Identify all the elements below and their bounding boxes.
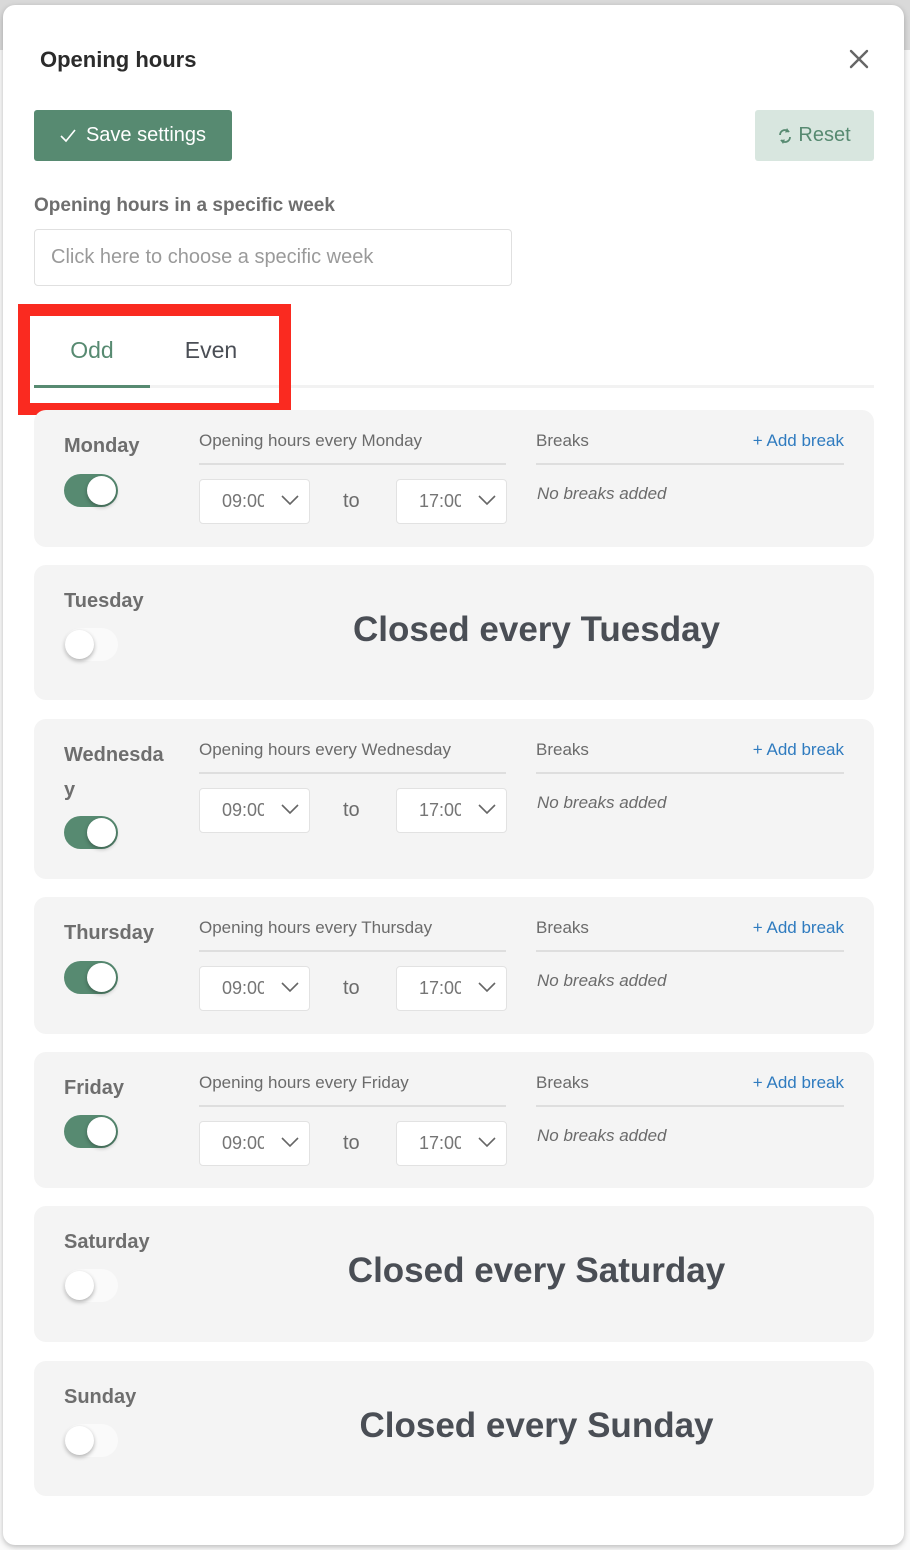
add-break-link[interactable]: + Add break bbox=[753, 918, 844, 938]
day-card-friday: Friday Opening hours every Friday 09:00 … bbox=[34, 1052, 874, 1188]
opening-hours-label: Opening hours every Thursday bbox=[199, 918, 506, 952]
day-open-toggle[interactable] bbox=[64, 1269, 118, 1302]
to-label: to bbox=[343, 1132, 360, 1154]
day-name: Tuesday bbox=[64, 590, 144, 612]
tab-odd[interactable]: Odd bbox=[34, 330, 150, 388]
close-button[interactable] bbox=[845, 45, 873, 73]
day-open-toggle[interactable] bbox=[64, 1424, 118, 1457]
toggle-knob bbox=[65, 630, 94, 659]
open-time-value: 09:00 bbox=[222, 1133, 264, 1153]
day-open-toggle[interactable] bbox=[64, 628, 118, 661]
close-time-select[interactable]: 17:00 bbox=[396, 479, 507, 524]
specific-week-label: Opening hours in a specific week bbox=[34, 195, 335, 216]
toggle-knob bbox=[87, 476, 116, 505]
day-card-wednesday: Wednesday Opening hours every Wednesday … bbox=[34, 719, 874, 879]
chevron-down-icon bbox=[478, 804, 496, 815]
opening-hours-dialog: Opening hours Save settings Reset Openin… bbox=[3, 5, 904, 1545]
opening-hours-label: Opening hours every Friday bbox=[199, 1073, 506, 1107]
refresh-icon bbox=[779, 127, 792, 144]
open-time-value: 09:00 bbox=[222, 800, 264, 820]
day-open-toggle[interactable] bbox=[64, 474, 118, 507]
no-breaks-text: No breaks added bbox=[537, 1126, 667, 1145]
add-break-link[interactable]: + Add break bbox=[753, 1073, 844, 1093]
opening-hours-label: Opening hours every Monday bbox=[199, 431, 506, 465]
toggle-knob bbox=[65, 1271, 94, 1300]
tab-even[interactable]: Even bbox=[153, 330, 269, 388]
day-open-toggle[interactable] bbox=[64, 816, 118, 849]
chevron-down-icon bbox=[281, 495, 299, 506]
open-time-select[interactable]: 09:00 bbox=[199, 479, 310, 524]
reset-label: Reset bbox=[798, 124, 851, 146]
active-tab-indicator bbox=[34, 385, 150, 388]
add-break-link[interactable]: + Add break bbox=[753, 740, 844, 760]
to-label: to bbox=[343, 977, 360, 999]
no-breaks-text: No breaks added bbox=[537, 484, 667, 503]
save-settings-label: Save settings bbox=[85, 124, 207, 146]
day-name: Sunday bbox=[64, 1386, 137, 1408]
day-name: Wednesday bbox=[64, 744, 164, 801]
to-label: to bbox=[343, 799, 360, 821]
close-time-value: 17:00 bbox=[419, 491, 461, 511]
opening-hours-label: Opening hours every Wednesday bbox=[199, 740, 506, 774]
toggle-knob bbox=[87, 818, 116, 847]
chevron-down-icon bbox=[281, 804, 299, 815]
day-name: Thursday bbox=[64, 922, 155, 944]
open-time-select[interactable]: 09:00 bbox=[199, 966, 310, 1011]
day-card-saturday: Saturday Closed every Saturday bbox=[34, 1206, 874, 1342]
toggle-knob bbox=[87, 1117, 116, 1146]
close-time-select[interactable]: 17:00 bbox=[396, 1121, 507, 1166]
day-name: Monday bbox=[64, 435, 140, 457]
chevron-down-icon bbox=[281, 1137, 299, 1148]
check-icon bbox=[60, 128, 76, 142]
open-time-select[interactable]: 09:00 bbox=[199, 1121, 310, 1166]
open-time-value: 09:00 bbox=[222, 491, 264, 511]
dialog-title: Opening hours bbox=[40, 47, 197, 72]
close-time-select[interactable]: 17:00 bbox=[396, 966, 507, 1011]
day-open-toggle[interactable] bbox=[64, 961, 118, 994]
toggle-knob bbox=[87, 963, 116, 992]
no-breaks-text: No breaks added bbox=[537, 971, 667, 990]
chevron-down-icon bbox=[478, 982, 496, 993]
no-breaks-text: No breaks added bbox=[537, 793, 667, 812]
day-card-sunday: Sunday Closed every Sunday bbox=[34, 1361, 874, 1496]
close-time-select[interactable]: 17:00 bbox=[396, 788, 507, 833]
specific-week-input[interactable] bbox=[34, 229, 512, 286]
to-label: to bbox=[343, 490, 360, 512]
chevron-down-icon bbox=[281, 982, 299, 993]
day-card-tuesday: Tuesday Closed every Tuesday bbox=[34, 565, 874, 700]
open-time-value: 09:00 bbox=[222, 978, 264, 998]
add-break-link[interactable]: + Add break bbox=[753, 431, 844, 451]
day-card-monday: Monday Opening hours every Monday 09:00 … bbox=[34, 410, 874, 547]
chevron-down-icon bbox=[478, 495, 496, 506]
toggle-knob bbox=[65, 1426, 94, 1455]
close-time-value: 17:00 bbox=[419, 1133, 461, 1153]
day-open-toggle[interactable] bbox=[64, 1115, 118, 1148]
closed-message: Closed every Sunday bbox=[359, 1406, 714, 1445]
open-time-select[interactable]: 09:00 bbox=[199, 788, 310, 833]
day-card-thursday: Thursday Opening hours every Thursday 09… bbox=[34, 897, 874, 1034]
save-settings-button[interactable]: Save settings bbox=[34, 110, 232, 161]
closed-message: Closed every Saturday bbox=[347, 1251, 726, 1290]
day-name: Saturday bbox=[64, 1231, 150, 1253]
close-time-value: 17:00 bbox=[419, 800, 461, 820]
close-time-value: 17:00 bbox=[419, 978, 461, 998]
chevron-down-icon bbox=[478, 1137, 496, 1148]
reset-button[interactable]: Reset bbox=[755, 110, 874, 161]
close-icon bbox=[849, 49, 869, 69]
day-name: Friday bbox=[64, 1077, 125, 1099]
closed-message: Closed every Tuesday bbox=[352, 610, 721, 649]
